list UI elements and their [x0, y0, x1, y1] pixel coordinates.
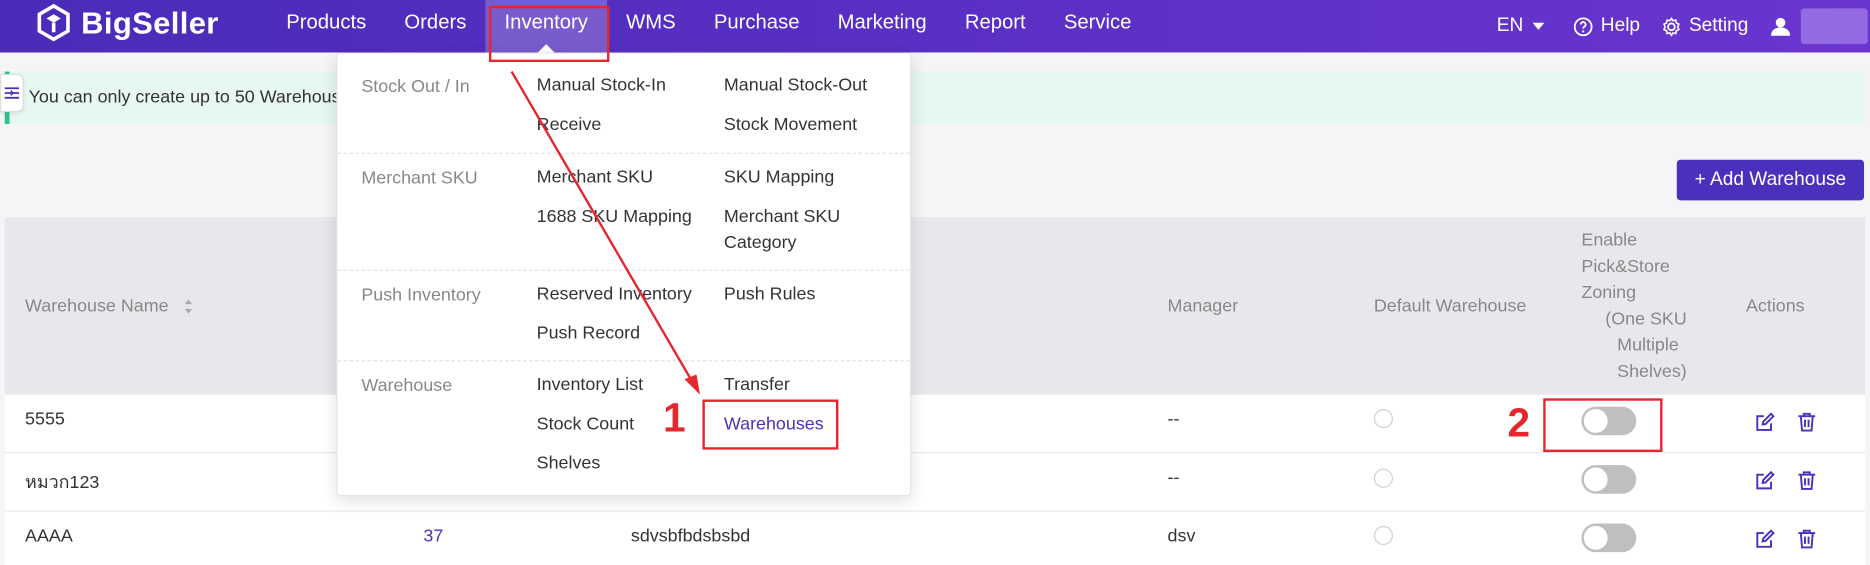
chevron-down-icon — [1532, 22, 1545, 30]
warehouse-table: Warehouse Name Manager Default Warehouse… — [4, 217, 1866, 565]
manager-cell: -- — [1167, 467, 1180, 488]
default-warehouse-radio[interactable] — [1373, 468, 1393, 488]
warehouse-name-cell: 5555 — [25, 409, 65, 430]
menu-category: Warehouse — [361, 375, 453, 396]
column-header-default-warehouse: Default Warehouse — [1373, 295, 1527, 317]
zoning-toggle[interactable] — [1581, 523, 1637, 553]
delete-icon[interactable] — [1796, 411, 1817, 432]
table-header: Warehouse Name Manager Default Warehouse… — [4, 217, 1866, 395]
right-nav: EN Help Setting — [1497, 0, 1870, 52]
column-label: Warehouse Name — [25, 295, 169, 317]
menu-item-merchant-sku-category[interactable]: Merchant SKU Category — [724, 204, 867, 256]
user-menu[interactable] — [1770, 8, 1868, 45]
menu-section-stock-out-in: Stock Out / In Manual Stock-In Manual St… — [337, 54, 910, 154]
menu-item-inventory-list[interactable]: Inventory List — [537, 372, 643, 398]
nav-report[interactable]: Report — [946, 0, 1045, 52]
annotation-box-inventory — [488, 5, 610, 63]
menu-item-push-record[interactable]: Push Record — [537, 321, 640, 347]
nav-service[interactable]: Service — [1045, 0, 1151, 52]
warehouse-name-cell: AAAA — [25, 525, 73, 547]
menu-category: Push Inventory — [361, 285, 481, 306]
column-header-actions: Actions — [1745, 295, 1805, 317]
menu-category: Stock Out / In — [361, 76, 470, 97]
top-navigation-bar: BigSeller Products Orders Inventory WMS … — [0, 0, 1870, 53]
gear-icon — [1663, 16, 1681, 37]
menu-item-manual-stock-out[interactable]: Manual Stock-Out — [724, 73, 867, 99]
menu-item-shelves[interactable]: Shelves — [537, 451, 601, 477]
count-link[interactable]: 37 — [423, 526, 443, 546]
annotation-box-zoning-toggle — [1543, 398, 1663, 452]
table-row: หมวก123 -- — [4, 453, 1866, 512]
annotation-step-1: 1 — [663, 395, 686, 442]
menu-section-push-inventory: Push Inventory Reserved Inventory Push R… — [337, 271, 910, 362]
edit-icon[interactable] — [1754, 411, 1775, 432]
help-icon — [1574, 16, 1593, 36]
menu-item-transfer[interactable]: Transfer — [724, 372, 790, 398]
user-icon — [1771, 17, 1791, 36]
help-link[interactable]: Help — [1573, 16, 1640, 37]
zoning-line: Pick&Store — [1581, 256, 1670, 277]
delete-icon[interactable] — [1796, 528, 1817, 549]
avatar — [1800, 8, 1868, 45]
nav-products[interactable]: Products — [267, 0, 385, 52]
zoning-line: (One SKU — [1605, 308, 1687, 330]
column-header-manager: Manager — [1167, 295, 1239, 317]
menu-item-reserved-inventory[interactable]: Reserved Inventory — [537, 281, 692, 307]
address-cell: sdvsbfbdsbsbd — [630, 525, 751, 547]
menu-item-sku-mapping[interactable]: SKU Mapping — [724, 165, 834, 191]
language-selector[interactable]: EN — [1497, 16, 1552, 37]
manager-cell: -- — [1167, 409, 1180, 430]
zoning-line: Shelves) — [1617, 361, 1687, 382]
menu-item-stock-movement[interactable]: Stock Movement — [724, 112, 857, 138]
nav-marketing[interactable]: Marketing — [819, 0, 946, 52]
add-warehouse-button[interactable]: + Add Warehouse — [1676, 159, 1865, 201]
default-warehouse-radio[interactable] — [1373, 525, 1393, 546]
table-row: AAAA 37 sdvsbfbdsbsbd dsv — [4, 511, 1866, 565]
nav-wms[interactable]: WMS — [607, 0, 695, 52]
language-label: EN — [1496, 15, 1524, 36]
sidebar-toggle[interactable] — [0, 73, 24, 113]
menu-item-receive[interactable]: Receive — [537, 112, 602, 138]
main-nav: Products Orders Inventory WMS Purchase M… — [267, 0, 1151, 53]
delete-icon[interactable] — [1796, 470, 1817, 491]
sort-icon — [184, 299, 192, 314]
bigseller-logo[interactable]: BigSeller — [36, 3, 219, 42]
zoning-line: Zoning — [1581, 282, 1637, 303]
default-warehouse-radio[interactable] — [1373, 409, 1393, 429]
notice-text: You can only create up to 50 Warehouses — [28, 87, 360, 108]
menu-item-push-rules[interactable]: Push Rules — [724, 281, 815, 307]
annotation-box-warehouses — [702, 399, 839, 450]
menu-item-stock-count[interactable]: Stock Count — [537, 411, 634, 437]
menu-item-manual-stock-in[interactable]: Manual Stock-In — [537, 73, 666, 99]
menu-item-merchant-sku[interactable]: Merchant SKU — [537, 165, 653, 191]
column-header-pick-store-zoning: Enable Pick&Store Zoning (One SKU Multip… — [1581, 228, 1724, 385]
notice-banner: You can only create up to 50 Warehouses — [4, 71, 1866, 125]
menu-toggle-icon — [4, 87, 20, 99]
edit-icon[interactable] — [1754, 470, 1775, 491]
bigseller-logo-icon — [37, 3, 70, 42]
zoning-toggle[interactable] — [1581, 465, 1637, 494]
menu-item-1688-sku-mapping[interactable]: 1688 SKU Mapping — [537, 204, 692, 230]
warehouse-name-cell: หมวก123 — [25, 472, 100, 493]
help-label: Help — [1600, 15, 1641, 36]
zoning-line: Multiple — [1617, 335, 1679, 356]
menu-category: Merchant SKU — [361, 168, 478, 189]
setting-label: Setting — [1688, 15, 1749, 36]
column-header-warehouse-name[interactable]: Warehouse Name — [25, 293, 193, 319]
annotation-step-2: 2 — [1507, 400, 1531, 447]
zoning-line: Enable — [1581, 230, 1638, 251]
brand-name: BigSeller — [81, 4, 219, 40]
manager-cell: dsv — [1167, 525, 1196, 547]
edit-icon[interactable] — [1754, 528, 1775, 549]
nav-purchase[interactable]: Purchase — [695, 0, 819, 52]
nav-orders[interactable]: Orders — [385, 0, 485, 52]
menu-section-merchant-sku: Merchant SKU Merchant SKU SKU Mapping 16… — [337, 154, 910, 271]
setting-link[interactable]: Setting — [1662, 15, 1749, 37]
